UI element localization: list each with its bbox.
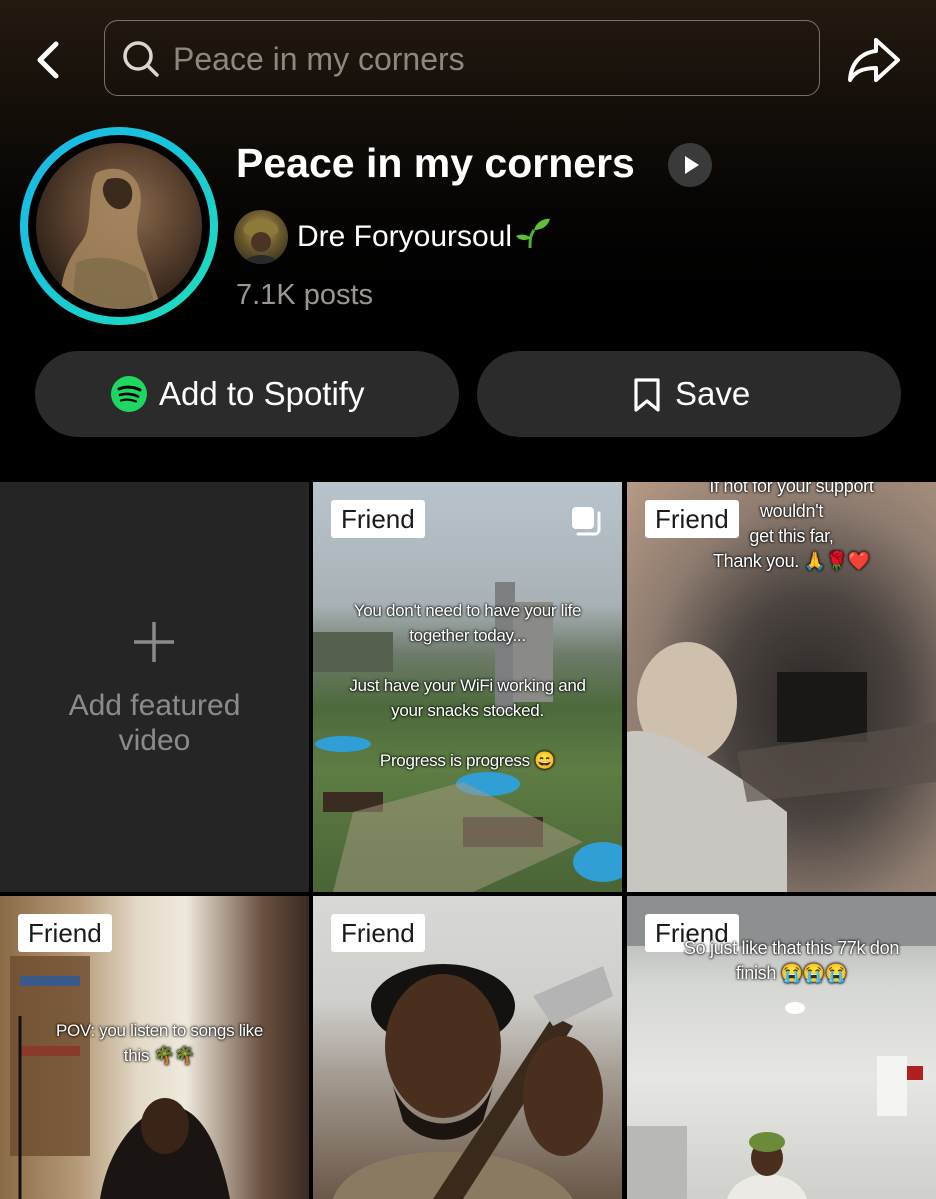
playlist-cover-image [36, 143, 202, 309]
save-button[interactable]: Save [477, 351, 901, 437]
video-tile[interactable]: Friend So just like that this 77k don fi… [627, 896, 936, 1199]
multi-post-icon [572, 507, 601, 536]
video-tile[interactable]: Friend You don't need to have your life … [313, 482, 622, 892]
playlist-cover[interactable] [20, 127, 218, 325]
play-icon [685, 156, 699, 174]
creator-avatar[interactable] [234, 210, 288, 264]
creator-name-text: Dre Foryoursoul [297, 220, 513, 253]
search-icon [123, 41, 159, 77]
video-caption: So just like that this 77k don finish 😭😭… [683, 938, 900, 983]
chevron-left-icon [37, 41, 59, 79]
video-caption: You don't need to have your life togethe… [349, 601, 586, 770]
video-tile[interactable]: Friend POV: you listen to songs like thi… [0, 896, 309, 1199]
video-caption: If not for your support wouldn't get thi… [709, 482, 874, 571]
search-input[interactable]: Peace in my corners [104, 20, 820, 96]
post-count: 7.1K posts [236, 279, 374, 311]
video-tile[interactable]: Friend [313, 896, 622, 1199]
plus-icon [134, 622, 174, 662]
add-featured-video-tile[interactable]: Add featured video [0, 482, 309, 892]
bookmark-icon [634, 378, 660, 412]
video-grid: Add featured video Friend You don't need… [0, 482, 936, 1199]
play-button[interactable] [668, 143, 712, 187]
save-label: Save [675, 375, 751, 412]
sprout-icon [516, 218, 551, 249]
add-to-spotify-label: Add to Spotify [159, 375, 365, 412]
add-featured-video-label: Add featured video [68, 689, 241, 757]
creator-name[interactable]: Dre Foryoursoul [297, 216, 552, 254]
share-button[interactable] [846, 34, 902, 86]
friend-badge: Friend [18, 914, 112, 952]
spotify-icon [111, 376, 147, 412]
back-button[interactable] [28, 36, 72, 84]
add-to-spotify-button[interactable]: Add to Spotify [35, 351, 459, 437]
search-placeholder: Peace in my corners [173, 41, 465, 77]
share-arrow-icon [848, 38, 900, 82]
friend-badge: Friend [331, 500, 425, 538]
video-tile[interactable]: Friend If not for your support wouldn't … [627, 482, 936, 892]
playlist-title: Peace in my corners [236, 140, 635, 186]
friend-badge: Friend [331, 914, 425, 952]
video-caption: POV: you listen to songs like this 🌴🌴 [55, 1021, 264, 1065]
